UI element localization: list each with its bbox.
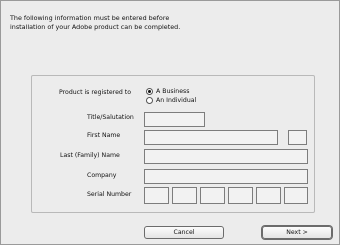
first-name-label: First Name <box>87 132 121 139</box>
last-name-field[interactable] <box>144 149 308 164</box>
next-button[interactable]: Next > <box>262 226 332 239</box>
serial-segment-4[interactable] <box>228 187 253 204</box>
last-name-label: Last (Family) Name <box>60 152 120 159</box>
radio-individual-button[interactable] <box>146 97 153 104</box>
registered-to-label: Product is registered to <box>59 89 132 96</box>
radio-business-button[interactable] <box>146 88 153 95</box>
company-field[interactable] <box>144 169 308 184</box>
background-strip <box>340 0 350 246</box>
intro-line-1: The following information must be entere… <box>10 14 170 22</box>
intro-line-2: installation of your Adobe product can b… <box>10 23 181 31</box>
title-label: Title/Salutation <box>87 114 134 121</box>
serial-segment-2[interactable] <box>172 187 197 204</box>
registration-dialog: The following information must be entere… <box>0 0 340 245</box>
cancel-button[interactable]: Cancel <box>144 226 224 239</box>
first-name-field[interactable] <box>144 130 278 145</box>
serial-segment-1[interactable] <box>144 187 169 204</box>
radio-individual-label: An Individual <box>156 97 197 104</box>
title-field[interactable] <box>144 112 205 127</box>
radio-business-label: A Business <box>156 88 190 95</box>
middle-initial-field[interactable] <box>288 130 307 145</box>
serial-number-label: Serial Number <box>87 191 132 198</box>
radio-individual[interactable]: An Individual <box>146 97 196 104</box>
intro-text: The following information must be entere… <box>10 14 310 32</box>
serial-segment-6[interactable] <box>284 187 308 204</box>
serial-segment-5[interactable] <box>256 187 281 204</box>
serial-segment-3[interactable] <box>200 187 225 204</box>
company-label: Company <box>87 172 117 179</box>
radio-business[interactable]: A Business <box>146 88 190 95</box>
